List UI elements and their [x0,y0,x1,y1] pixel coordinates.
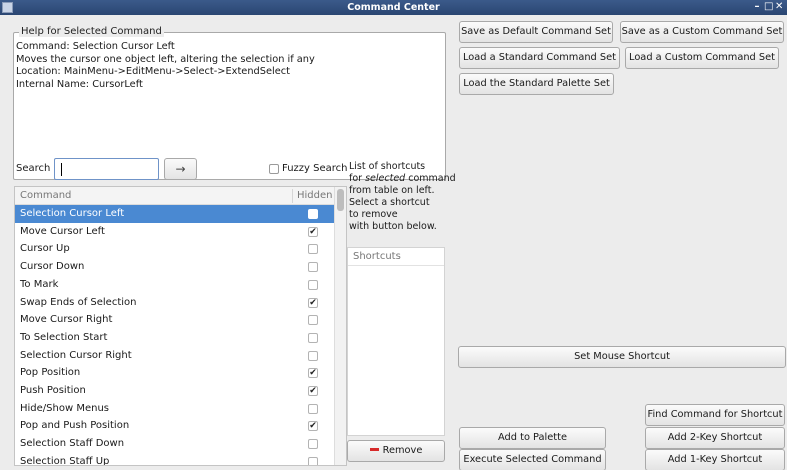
shortcut-hint: List of shortcuts for selected command f… [349,161,456,233]
hint-line: for selected command [349,173,456,184]
table-row[interactable]: Cursor Down [15,258,335,276]
load-standard-palette-set-button[interactable]: Load the Standard Palette Set [459,73,614,95]
shortcuts-header: Shortcuts [348,248,444,266]
command-name: Cursor Up [20,243,70,255]
command-name: Selection Cursor Left [20,208,125,219]
command-name: Cursor Down [20,261,85,273]
command-name: Selection Staff Up [20,455,110,466]
table-header: Command Hidden [15,187,335,205]
add-2-key-shortcut-button[interactable]: Add 2-Key Shortcut [645,427,785,449]
search-input[interactable] [54,158,159,180]
help-line-internal-name: Internal Name: CursorLeft [16,78,143,90]
command-name: Selection Cursor Right [20,349,132,361]
close-icon[interactable]: ✕ [775,1,784,12]
hint-line: Select a shortcut [349,197,430,208]
hint-line: from table on left. [349,185,435,196]
table-row[interactable]: Move Cursor Right [15,311,335,329]
command-name: To Mark [20,278,59,290]
fuzzy-search-label: Fuzzy Search [282,163,348,174]
command-name: Swap Ends of Selection [20,296,137,308]
hidden-checkbox[interactable] [308,279,318,290]
search-label: Search [16,163,51,174]
title-bar: Command Center – □ ✕ [0,0,787,15]
command-name: To Selection Start [20,331,108,343]
minus-icon [369,447,379,451]
window-controls: – □ ✕ [753,1,784,12]
remove-label: Remove [382,445,423,456]
help-line-command: Command: Selection Cursor Left [16,41,175,52]
column-divider [292,189,293,203]
command-name: Move Cursor Left [20,225,105,237]
minimize-icon[interactable]: – [753,1,762,12]
load-custom-command-set-button[interactable]: Load a Custom Command Set [625,47,779,69]
fuzzy-search-checkbox[interactable] [269,164,279,174]
hidden-checkbox[interactable] [308,456,318,465]
hidden-checkbox[interactable]: ✔ [308,297,318,308]
table-row[interactable]: Hide/Show Menus [15,400,335,418]
shortcuts-list[interactable]: Shortcuts [347,247,445,436]
command-name: Pop and Push Position [20,420,130,432]
table-row[interactable]: Move Cursor Left ✔ [15,223,335,241]
command-name: Selection Staff Down [20,438,125,450]
text-caret [61,163,62,176]
table-row[interactable]: Selection Staff Up [15,453,335,466]
table-row[interactable]: Cursor Up [15,240,335,258]
hidden-checkbox[interactable] [308,315,318,326]
command-name: Push Position [20,385,86,396]
hidden-checkbox[interactable]: ✔ [308,226,318,237]
window-title: Command Center [347,2,440,13]
hidden-checkbox[interactable] [308,403,318,414]
help-line-location: Location: MainMenu->EditMenu->Select->Ex… [16,66,290,77]
find-command-for-shortcut-button[interactable]: Find Command for Shortcut [645,404,785,426]
set-mouse-shortcut-button[interactable]: Set Mouse Shortcut [458,346,786,368]
table-scrollbar[interactable] [334,187,346,465]
hidden-checkbox[interactable] [308,332,318,343]
column-header-command[interactable]: Command [20,190,71,201]
hidden-checkbox[interactable] [308,262,318,273]
add-1-key-shortcut-button[interactable]: Add 1-Key Shortcut [645,449,785,470]
hint-line: to remove [349,209,398,220]
table-row[interactable]: Swap Ends of Selection ✔ [15,294,335,312]
hidden-checkbox[interactable] [308,244,318,255]
hidden-checkbox[interactable]: ✔ [308,421,318,432]
remove-shortcut-button[interactable]: Remove [347,440,445,462]
save-custom-command-set-button[interactable]: Save as a Custom Command Set [620,21,784,43]
command-name: Pop Position [20,367,81,379]
hidden-checkbox[interactable] [308,439,318,450]
table-row[interactable]: Selection Cursor Left [15,205,335,223]
hidden-checkbox[interactable]: ✔ [308,386,318,396]
hint-line: with button below. [349,221,437,232]
execute-selected-command-button[interactable]: Execute Selected Command [459,449,606,470]
help-line-description: Moves the cursor one object left, alteri… [16,53,315,65]
maximize-icon[interactable]: □ [764,1,773,12]
help-panel-title: Help for Selected Command [19,26,164,37]
table-row[interactable]: Pop and Push Position ✔ [15,417,335,435]
save-default-command-set-button[interactable]: Save as Default Command Set [459,21,613,43]
hidden-checkbox[interactable]: ✔ [308,368,318,379]
column-header-hidden[interactable]: Hidden [297,190,332,201]
help-text: Command: Selection Cursor Left Moves the… [16,41,315,91]
search-go-button[interactable]: → [164,158,197,180]
table-row[interactable]: Selection Cursor Right [15,347,335,365]
hidden-checkbox[interactable] [308,209,318,219]
load-standard-command-set-button[interactable]: Load a Standard Command Set [459,47,620,69]
scrollbar-thumb[interactable] [337,189,344,211]
table-row[interactable]: To Mark [15,276,335,294]
table-row[interactable]: To Selection Start [15,329,335,347]
hint-line: List of shortcuts [349,161,426,172]
table-row[interactable]: Push Position ✔ [15,382,335,400]
command-name: Hide/Show Menus [20,402,109,414]
table-row[interactable]: Pop Position ✔ [15,364,335,382]
command-name: Move Cursor Right [20,314,113,326]
hidden-checkbox[interactable] [308,350,318,361]
table-row[interactable]: Selection Staff Down [15,435,335,453]
command-table[interactable]: Command Hidden Selection Cursor Left Move… [14,186,347,466]
add-to-palette-button[interactable]: Add to Palette [459,427,606,449]
